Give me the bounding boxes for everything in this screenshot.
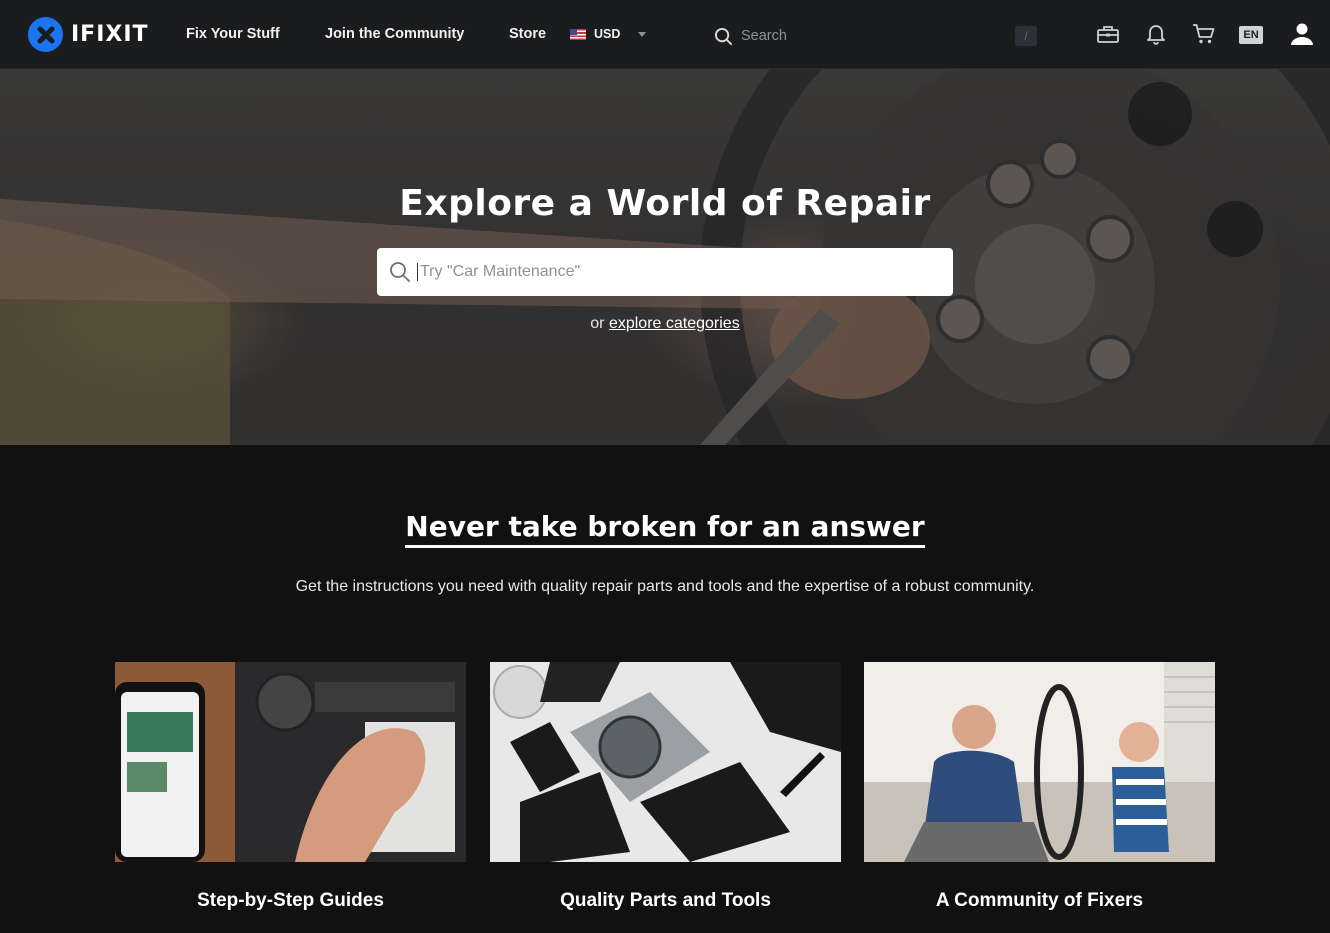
hero-banner: Explore a World of Repair or explore cat… xyxy=(0,69,1330,445)
nav-link-store[interactable]: Store xyxy=(509,26,546,42)
toolbox-icon[interactable] xyxy=(1096,22,1120,46)
card-label: Quality Parts and Tools xyxy=(560,890,771,911)
bell-icon[interactable] xyxy=(1144,22,1168,46)
card-community[interactable]: A Community of Fixers xyxy=(864,662,1215,912)
logo-text: IFIXIT xyxy=(71,22,149,47)
search-icon xyxy=(714,27,733,45)
nav-search-input[interactable] xyxy=(741,28,1001,44)
hero-title: Explore a World of Repair xyxy=(399,183,931,224)
logo-x-icon xyxy=(28,17,63,52)
language-selector[interactable]: EN xyxy=(1239,26,1263,44)
currency-selector[interactable]: USD xyxy=(570,27,647,41)
guides-image xyxy=(115,662,466,862)
nav-link-join-community[interactable]: Join the Community xyxy=(325,26,464,42)
user-icon[interactable] xyxy=(1290,22,1314,46)
search-shortcut-hint: / xyxy=(1015,26,1037,46)
top-navbar: IFIXIT Fix Your Stuff Join the Community… xyxy=(0,0,1330,69)
nav-search xyxy=(714,24,1044,48)
hero-search-input[interactable] xyxy=(417,263,937,281)
card-guides[interactable]: Step-by-Step Guides xyxy=(115,662,466,912)
hero-search-box xyxy=(377,248,953,296)
section-title: Never take broken for an answer xyxy=(405,510,925,548)
card-label: Step-by-Step Guides xyxy=(197,890,384,911)
section-subtitle: Get the instructions you need with quali… xyxy=(295,578,1035,595)
section-heading: Never take broken for an answer xyxy=(0,510,1330,548)
card-label: A Community of Fixers xyxy=(935,890,1144,911)
card-parts-tools[interactable]: Quality Parts and Tools xyxy=(490,662,841,912)
or-text: or xyxy=(590,315,609,332)
explore-categories-link[interactable]: explore categories xyxy=(609,315,740,332)
ifixit-logo[interactable]: IFIXIT xyxy=(28,17,149,52)
chevron-down-icon xyxy=(638,31,647,37)
parts-tools-image xyxy=(490,662,841,862)
hero-explore-line: or explore categories xyxy=(0,315,1330,333)
community-image xyxy=(864,662,1215,862)
search-icon xyxy=(390,262,410,282)
cart-icon[interactable] xyxy=(1192,22,1216,46)
nav-link-fix-your-stuff[interactable]: Fix Your Stuff xyxy=(186,26,280,42)
currency-label: USD xyxy=(594,27,621,41)
us-flag-icon xyxy=(570,28,586,40)
